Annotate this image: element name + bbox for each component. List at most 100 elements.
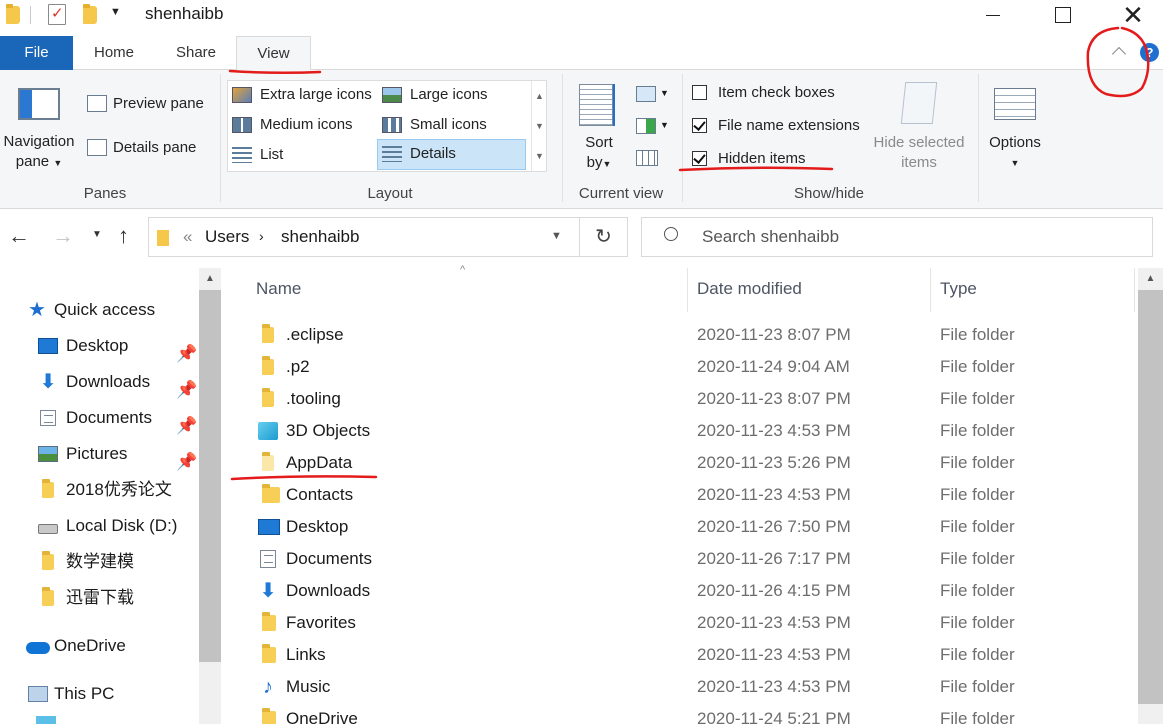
layout-item-label: Small icons [410,116,487,133]
layout-list[interactable]: List [228,141,378,169]
hidden-items-checkbox[interactable]: Hidden items [692,147,806,171]
column-divider[interactable] [930,268,931,312]
layout-item-label: Details [410,145,456,162]
preview-pane-button[interactable]: Preview pane [87,92,204,116]
add-columns-chevron-icon[interactable]: ▼ [660,120,669,130]
breadcrumb-users[interactable]: Users [205,227,249,247]
checkbox-checked[interactable] [692,118,707,133]
pin-icon[interactable]: 📌 [176,374,197,399]
pin-icon[interactable]: 📌 [176,410,197,435]
address-bar[interactable]: « Users › shenhaibb ▼ [148,217,580,257]
sort-by-button[interactable]: Sort by▼ [578,133,620,174]
nav-item-folder[interactable]: 迅雷下载 [38,582,134,614]
nav-item-downloads[interactable]: ⬇ Downloads 📌 [38,366,198,399]
table-row[interactable]: ⬇ Downloads 2020-11-26 4:15 PM File fold… [230,575,1130,607]
breadcrumb-shenhaibb[interactable]: shenhaibb [281,227,359,247]
file-list-scroll-thumb[interactable] [1138,290,1163,704]
table-row[interactable]: 3D Objects 2020-11-23 4:53 PM File folde… [230,415,1130,447]
new-folder-icon[interactable] [83,4,97,24]
nav-pane-scroll-thumb[interactable] [199,288,221,662]
properties-icon[interactable]: ✓ [48,4,66,25]
back-arrow-icon[interactable]: ← [8,223,30,249]
layout-large-icons[interactable]: Large icons [378,81,528,109]
hide-selected-items-button[interactable]: Hide selected items [868,133,970,173]
tab-file[interactable]: File [0,36,73,70]
add-columns-icon[interactable] [636,118,656,134]
breadcrumb-overflow[interactable]: « [183,227,192,247]
checkbox-checked[interactable] [692,151,707,166]
file-date: 2020-11-23 5:26 PM [697,453,851,472]
recent-locations-chevron-icon[interactable]: ▼ [92,229,102,240]
nav-item-documents[interactable]: Documents 📌 [38,402,198,435]
navigation-pane-button[interactable]: Navigation pane ▼ [0,132,78,173]
nav-item-pictures[interactable]: Pictures 📌 [38,438,198,471]
group-label-current-view: Current view [578,185,664,202]
table-row[interactable]: Documents 2020-11-26 7:17 PM File folder [230,543,1130,575]
checkbox-unchecked[interactable] [692,85,707,100]
nav-onedrive[interactable]: OneDrive [26,630,126,662]
layout-small-icons[interactable]: Small icons [378,111,528,139]
nav-item-folder[interactable]: 数学建模 [38,546,134,578]
tab-home[interactable]: Home [83,36,145,70]
details-pane-button[interactable]: Details pane [87,136,196,160]
minimize-ribbon-icon[interactable] [1109,44,1129,60]
hide-selected-label-2: items [901,154,937,171]
breadcrumb-separator-icon[interactable]: › [259,228,264,244]
tab-share[interactable]: Share [166,36,226,70]
table-row[interactable]: AppData 2020-11-23 5:26 PM File folder [230,447,1130,479]
contacts-icon [262,484,280,503]
table-row[interactable]: Contacts 2020-11-23 4:53 PM File folder [230,479,1130,511]
customize-toolbar-chevron-icon[interactable]: ▼ [110,6,121,18]
nav-item-desktop[interactable]: Desktop 📌 [38,330,198,363]
column-header-type[interactable]: Type [940,276,977,316]
nav-quick-access[interactable]: ★ Quick access [28,294,155,326]
table-row[interactable]: OneDrive 2020-11-24 5:21 PM File folder [230,703,1130,724]
download-icon: ⬇ [39,371,57,393]
layout-medium-icons[interactable]: Medium icons [228,111,378,139]
group-by-icon[interactable] [636,86,656,102]
column-header-name[interactable]: Name [256,276,301,316]
column-header-date-modified[interactable]: Date modified [697,276,802,316]
pin-icon[interactable]: 📌 [176,446,197,471]
nav-item-local-disk[interactable]: Local Disk (D:) [38,510,177,542]
file-type: File folder [940,357,1015,376]
table-row[interactable]: Links 2020-11-23 4:53 PM File folder [230,639,1130,671]
layout-extra-large-icons[interactable]: Extra large icons [228,81,378,109]
tab-view[interactable]: View [236,36,311,71]
group-by-chevron-icon[interactable]: ▼ [660,88,669,98]
column-divider[interactable] [687,268,688,312]
table-row[interactable]: ♪ Music 2020-11-23 4:53 PM File folder [230,671,1130,703]
minimize-button[interactable] [970,0,1016,30]
up-arrow-icon[interactable]: ↑ [118,223,129,249]
folder-icon [157,230,169,246]
scroll-down-icon[interactable]: ▼ [532,111,547,141]
gallery-more-icon[interactable]: ▼ [532,141,547,171]
navigation-pane-label: Navigation [3,133,75,150]
scroll-up-icon[interactable]: ▲ [199,268,221,290]
nav-item-folder[interactable]: 2018优秀论文 [38,474,172,506]
scroll-up-icon[interactable]: ▲ [1138,268,1163,290]
file-list: ^ Name Date modified Type .eclipse 2020-… [230,264,1163,724]
item-check-boxes-checkbox[interactable]: Item check boxes [692,81,835,105]
help-icon[interactable]: ? [1140,43,1159,62]
search-box[interactable]: Search shenhaibb [641,217,1153,257]
column-divider[interactable] [1134,268,1135,312]
layout-gallery-scrollbar[interactable]: ▲ ▼ ▼ [531,81,547,171]
nav-this-pc[interactable]: This PC [28,678,114,710]
table-row[interactable]: Desktop 2020-11-26 7:50 PM File folder [230,511,1130,543]
options-button[interactable]: Options ▼ [982,133,1048,173]
pin-icon[interactable]: 📌 [176,338,197,363]
table-row[interactable]: .tooling 2020-11-23 8:07 PM File folder [230,383,1130,415]
table-row[interactable]: Favorites 2020-11-23 4:53 PM File folder [230,607,1130,639]
forward-arrow-icon[interactable]: → [52,223,74,249]
refresh-icon[interactable]: ↻ [580,217,628,257]
address-history-chevron-icon[interactable]: ▼ [551,230,562,242]
maximize-button[interactable] [1040,0,1086,30]
layout-details[interactable]: Details [377,139,526,170]
size-columns-icon[interactable] [636,150,658,166]
scroll-up-icon[interactable]: ▲ [532,81,547,111]
table-row[interactable]: .eclipse 2020-11-23 8:07 PM File folder [230,319,1130,351]
table-row[interactable]: .p2 2020-11-24 9:04 AM File folder [230,351,1130,383]
file-name-extensions-checkbox[interactable]: File name extensions [692,114,860,138]
close-button[interactable]: ✕ [1110,0,1156,30]
